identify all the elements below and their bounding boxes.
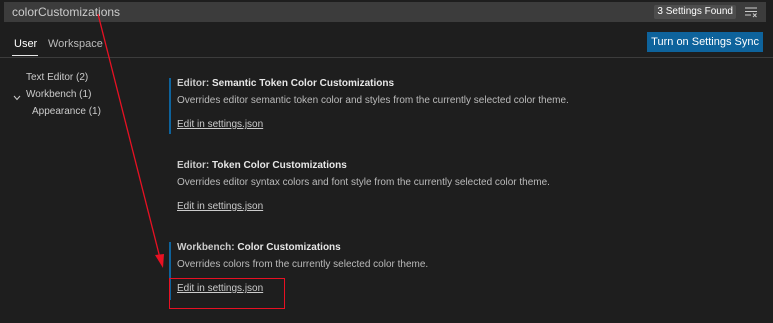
settings-editor: colorCustomizations 3 Settings Found Use…: [0, 0, 773, 323]
annotation-arrow: [97, 13, 164, 268]
